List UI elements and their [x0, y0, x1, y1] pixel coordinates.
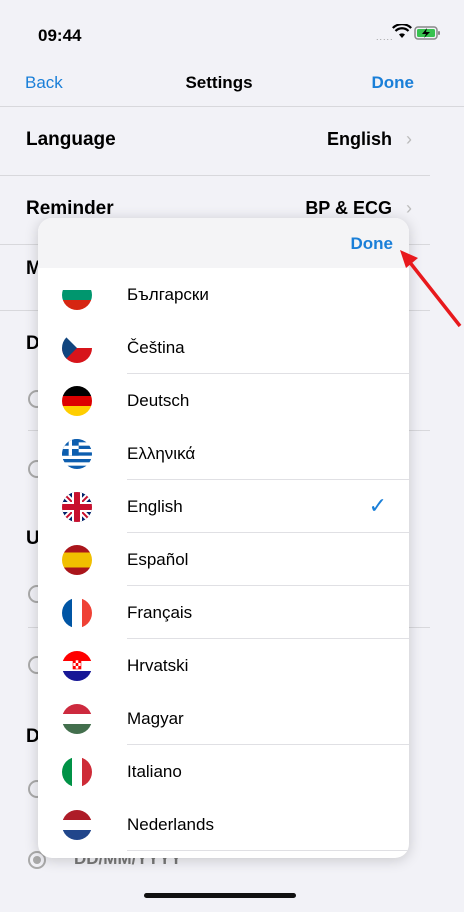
france-flag-icon [62, 598, 92, 628]
language-name: Italiano [127, 762, 182, 781]
language-option-bulgarian[interactable]: Български [38, 268, 409, 321]
language-name: Magyar [127, 709, 184, 728]
language-option-greek[interactable]: Ελληνικά [38, 427, 409, 480]
status-bar: 09:44 ..... [0, 0, 464, 60]
language-option-croatian[interactable]: Hrvatski [38, 639, 409, 692]
sheet-header: Done [38, 218, 409, 268]
germany-flag-icon [62, 386, 92, 416]
reminder-label: Reminder [26, 198, 114, 219]
checkmark-icon: ✓ [368, 493, 387, 518]
status-time: 09:44 [38, 26, 82, 45]
wifi-icon [392, 23, 412, 45]
language-option-hungarian[interactable]: Magyar [38, 692, 409, 745]
hungary-flag-icon [62, 704, 92, 734]
signal-dots: ..... [376, 32, 394, 42]
language-name: English [127, 497, 183, 516]
sheet-done-button[interactable]: Done [351, 234, 394, 254]
language-name: Nederlands [127, 815, 214, 834]
language-option-italian[interactable]: Italiano [38, 745, 409, 798]
language-list: Български Čeština Deutsch Ελληνικά Engli… [38, 268, 409, 851]
chevron-right-icon: › [406, 129, 412, 149]
language-picker-sheet: Done Български Čeština Deutsch Ελληνικά … [38, 218, 409, 858]
czech-flag-icon [62, 333, 92, 363]
croatia-flag-icon [62, 651, 92, 681]
language-option-french[interactable]: Français [38, 586, 409, 639]
uk-flag-icon [62, 492, 92, 522]
language-name: Hrvatski [127, 656, 189, 675]
language-name: Deutsch [127, 391, 190, 410]
language-option-english[interactable]: English ✓ [38, 480, 409, 533]
italy-flag-icon [62, 757, 92, 787]
chevron-right-icon: › [406, 198, 412, 218]
language-option-german[interactable]: Deutsch [38, 374, 409, 427]
nav-done-button[interactable]: Done [372, 73, 415, 93]
battery-charging-icon [414, 26, 442, 45]
language-option-dutch[interactable]: Nederlands [38, 798, 409, 851]
bulgaria-flag-icon [62, 280, 92, 310]
language-name: Français [127, 603, 193, 622]
reminder-value: BP & ECG [305, 198, 392, 218]
language-row[interactable]: Language English › [0, 107, 430, 176]
language-name: Ελληνικά [127, 444, 196, 463]
greece-flag-icon [62, 439, 92, 469]
language-option-spanish[interactable]: Español [38, 533, 409, 586]
language-name: Čeština [127, 338, 185, 357]
language-name: Español [127, 550, 189, 569]
language-value: English [326, 129, 392, 149]
spain-flag-icon [62, 545, 92, 575]
divider [127, 850, 409, 851]
language-label: Language [26, 129, 116, 150]
language-name: Български [127, 285, 209, 304]
home-indicator [144, 893, 296, 898]
nav-bar: Back Settings Done [0, 60, 464, 107]
netherlands-flag-icon [62, 810, 92, 840]
annotation-arrow-icon [400, 250, 462, 328]
language-option-czech[interactable]: Čeština [38, 321, 409, 374]
